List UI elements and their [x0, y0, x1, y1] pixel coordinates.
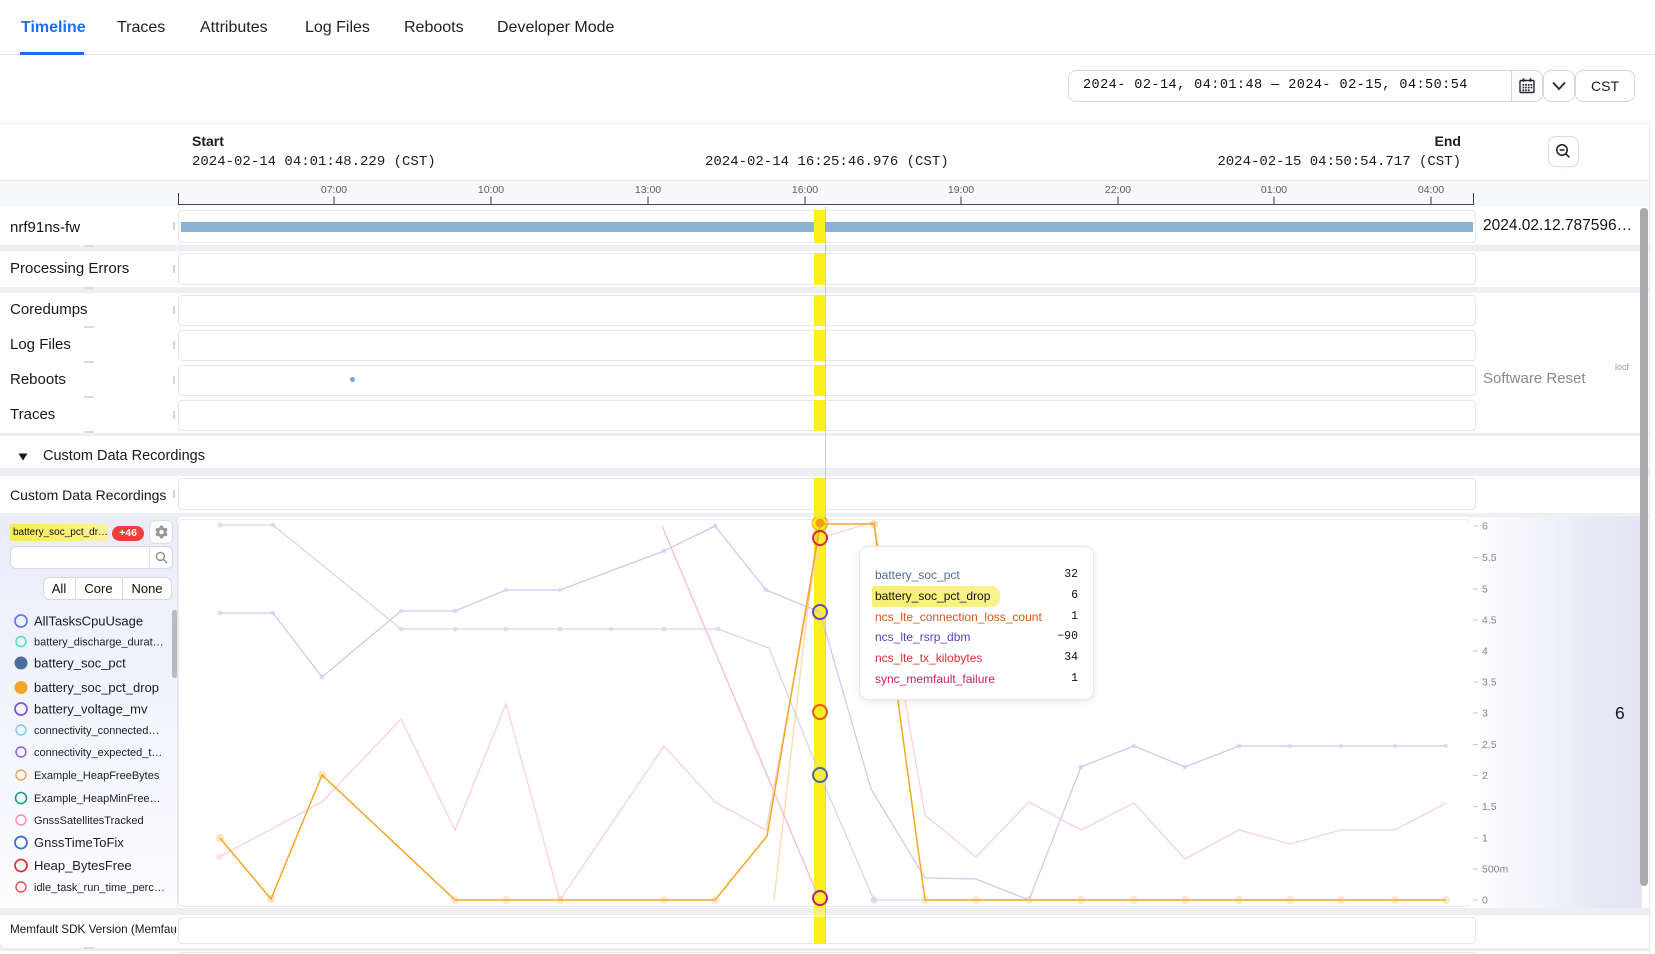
svg-text:5.5: 5.5 [1482, 552, 1497, 564]
svg-text:6: 6 [1615, 703, 1625, 723]
svg-text:01:00: 01:00 [1261, 184, 1287, 196]
svg-text:6: 6 [1482, 521, 1488, 533]
svg-text:16:00: 16:00 [792, 184, 818, 196]
svg-text:4.5: 4.5 [1482, 615, 1497, 627]
svg-text:GnssSatellitesTracked: GnssSatellitesTracked [34, 815, 144, 827]
svg-text:idle_task_run_time_perc…: idle_task_run_time_perc… [34, 882, 165, 894]
svg-text:2: 2 [1482, 770, 1488, 782]
svg-text:AllTasksCpuUsage: AllTasksCpuUsage [34, 614, 143, 629]
svg-text:battery_voltage_mv: battery_voltage_mv [34, 702, 148, 717]
svg-text:2.5: 2.5 [1482, 739, 1497, 751]
svg-text:07:00: 07:00 [321, 184, 347, 196]
svg-text:19:00: 19:00 [948, 184, 974, 196]
svg-text:0: 0 [1482, 895, 1488, 907]
svg-text:4: 4 [1482, 646, 1488, 658]
svg-text:connectivity_expected_t…: connectivity_expected_t… [34, 747, 162, 759]
svg-text:Example_HeapFreeBytes: Example_HeapFreeBytes [34, 770, 160, 782]
svg-text:1: 1 [1482, 833, 1488, 845]
svg-text:1.5: 1.5 [1482, 801, 1497, 813]
svg-text:13:00: 13:00 [635, 184, 661, 196]
svg-text:22:00: 22:00 [1105, 184, 1131, 196]
svg-text:Heap_BytesFree: Heap_BytesFree [34, 858, 132, 873]
svg-text:5: 5 [1482, 584, 1488, 596]
svg-text:battery_discharge_durat…: battery_discharge_durat… [34, 637, 164, 649]
svg-text:GnssTimeToFix: GnssTimeToFix [34, 835, 124, 850]
svg-text:connectivity_connected…: connectivity_connected… [34, 725, 159, 737]
svg-text:10:00: 10:00 [478, 184, 504, 196]
svg-text:3: 3 [1482, 708, 1488, 720]
svg-text:04:00: 04:00 [1418, 184, 1444, 196]
svg-text:Example_HeapMinFree…: Example_HeapMinFree… [34, 793, 161, 805]
svg-text:battery_soc_pct_drop: battery_soc_pct_drop [34, 680, 159, 695]
svg-text:battery_soc_pct: battery_soc_pct [34, 656, 126, 671]
svg-text:500m: 500m [1482, 864, 1509, 876]
svg-text:3.5: 3.5 [1482, 677, 1497, 689]
